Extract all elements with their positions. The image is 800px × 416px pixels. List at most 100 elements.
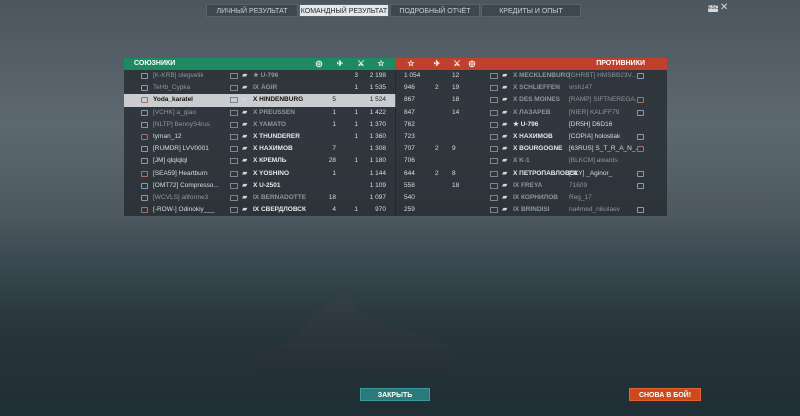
table-row[interactable]: 540 ▰ IX КОРНИЛОВ Reg_17 [395, 192, 667, 204]
clan-badge-icon [637, 109, 644, 116]
table-row[interactable]: [NLTP] BennyS4rus ▰ X YAMATO 1 1 1 370 [124, 119, 396, 131]
table-row[interactable]: Yoda_karatel ▰ X HINDENBURG 5 1 524 [124, 94, 396, 107]
service-level-icon [230, 194, 238, 201]
ship-type-icon: ▰ [242, 193, 248, 201]
score: 1 054 [404, 72, 421, 79]
table-row[interactable]: TeHb_Cypka ▰ IX ÄGIR 1 1 535 [124, 82, 396, 94]
stat-col3: 12 [452, 72, 460, 79]
battle-again-button[interactable]: СНОВА В БОЙ! [629, 388, 701, 401]
tab-detailed-report[interactable]: ПОДРОБНЫЙ ОТЧЁТ [390, 4, 480, 17]
allies-table: СОЮЗНИКИ ◎ ✈ ⚔ ☆ [K-KRB] olegvelik ▰ ★ U-7… [124, 58, 396, 217]
close-button[interactable]: ЗАКРЫТЬ [360, 388, 430, 401]
table-row[interactable]: [RUMDR] LVV0001 ▰ X НАХИМОВ 7 1 308 [124, 143, 396, 155]
enemies-title: ПРОТИВНИКИ [596, 60, 645, 67]
stat-col1: 18 [328, 193, 336, 201]
score: 847 [404, 108, 415, 116]
ship-name: IX BRINDISI [513, 206, 550, 214]
ship-name: X YAMATO [253, 120, 286, 128]
table-row[interactable]: [WCVLS] allforme3 ▰ IX BERNADOTTE 18 1 097 [124, 192, 396, 204]
clan-badge-icon [141, 121, 148, 128]
esc-key-hint: ESC [708, 5, 719, 12]
stat-col3: 1 [354, 132, 358, 140]
player-name: vrsh147 [569, 84, 593, 92]
player-name: na4med_nikolaev [569, 206, 620, 214]
table-row[interactable]: 946 2 19 ▰ X SCHLIEFFEN vrsh147 [395, 82, 667, 94]
ship-type-icon: ▰ [242, 120, 248, 128]
table-row[interactable]: 706 ▰ X K-1 [BLKCM] awards [395, 155, 667, 167]
stat-col1: 28 [328, 157, 336, 165]
clan-badge-icon [141, 85, 148, 92]
table-row[interactable]: [OMT72] Compresso... ▰ X U-2501 1 109 [124, 180, 396, 192]
player-name: [JM] qlqlqlql [153, 157, 188, 165]
table-row[interactable]: 762 ▰ ★ U-796 [DR5H] D6D16 [395, 119, 667, 131]
table-row[interactable]: 723 ▰ X НАХИМОВ [COPIA] holostiak [395, 131, 667, 143]
score: 707 [404, 145, 415, 153]
table-row[interactable]: 558 18 ▰ IX FREYA 71609 [395, 180, 667, 192]
plane-icon: ✈ [336, 59, 344, 68]
table-row[interactable]: tyman_12 ▰ X THUNDERER 1 1 360 [124, 131, 396, 143]
tab-personal-result[interactable]: ЛИЧНЫЙ РЕЗУЛЬТАТ [206, 4, 298, 17]
clan-badge-icon [141, 194, 148, 201]
score: 762 [404, 120, 415, 128]
stat-col1: 1 [332, 120, 336, 128]
service-level-icon [230, 133, 238, 140]
tab-credits-xp[interactable]: КРЕДИТЫ И ОПЫТ [481, 4, 581, 17]
score: 2 198 [369, 72, 386, 79]
medal-icon: ◎ [468, 59, 476, 68]
allies-title: СОЮЗНИКИ [134, 60, 176, 67]
clan-badge-icon [141, 170, 148, 177]
stat-col3: 1 [354, 120, 358, 128]
ship-name: X THUNDERER [253, 132, 300, 140]
tab-team-result[interactable]: КОМАНДНЫЙ РЕЗУЛЬТАТ [299, 4, 389, 17]
stat-col1: 2 [435, 169, 439, 177]
plane-icon: ✈ [433, 59, 441, 68]
score: 723 [404, 132, 415, 140]
stat-col1: 2 [435, 145, 439, 153]
service-level-icon [230, 207, 238, 214]
table-row[interactable]: 259 ▰ IX BRINDISI na4med_nikolaev [395, 204, 667, 216]
ship-type-icon: ▰ [242, 84, 248, 92]
close-icon[interactable]: ✕ [720, 2, 728, 13]
clan-badge-icon [637, 182, 644, 189]
player-name: Reg_17 [569, 193, 592, 201]
player-name: [GHRBT] HMSBB23V... [569, 72, 637, 79]
table-row[interactable]: [-ROW-] Odinokiy___ ▰ IX СВЕРДЛОВСК 4 1 970 [124, 204, 396, 216]
ship-name: IX BERNADOTTE [253, 193, 307, 201]
service-level-icon [490, 207, 498, 214]
service-level-icon [230, 170, 238, 177]
stat-col1: 7 [332, 145, 336, 153]
table-row[interactable]: [SEA59] Heartburn ▰ X YOSHINO 1 1 144 [124, 168, 396, 180]
table-row[interactable]: 867 18 ▰ X DES MOINES [RAMP] SIFTNEREGA... [395, 94, 667, 106]
score: 1 360 [369, 132, 386, 140]
xp-star-icon: ☆ [377, 59, 385, 68]
table-row[interactable]: 1 054 12 ▰ X MECKLENBURG [GHRBT] HMSBB23V... [395, 70, 667, 82]
ship-type-icon: ▰ [242, 145, 248, 153]
table-row[interactable]: [JM] qlqlqlql ▰ X КРЕМЛЬ 28 1 1 180 [124, 155, 396, 167]
kills-icon: ⚔ [357, 59, 365, 68]
ship-type-icon: ▰ [242, 169, 248, 177]
ship-type-icon: ▰ [242, 96, 248, 104]
service-level-icon [490, 194, 498, 201]
clan-badge-icon [141, 207, 148, 214]
score: 706 [404, 157, 415, 165]
table-row[interactable]: 644 2 8 ▰ X ПЕТРОПАВЛОВСК [SLY] _Aginor_ [395, 168, 667, 180]
stat-col3: 9 [452, 145, 456, 153]
ship-name: IX КОРНИЛОВ [513, 193, 558, 201]
table-row[interactable]: [K-KRB] olegvelik ▰ ★ U-796 3 2 198 [124, 70, 396, 82]
player-name: [VCHK] a_giao [153, 108, 196, 116]
clan-badge-icon [141, 109, 148, 116]
player-name: [BLKCM] awards [569, 157, 618, 165]
stat-col3: 19 [452, 84, 460, 92]
clan-badge-icon [637, 170, 644, 177]
clan-badge-icon [637, 207, 644, 214]
ship-name: X U-2501 [253, 181, 281, 189]
table-row[interactable]: 847 14 ▰ X ЛАЗАРЕВ [NIER] KALIFF79 [395, 107, 667, 119]
service-level-icon [490, 170, 498, 177]
table-row[interactable]: 707 2 9 ▰ X BOURGOGNE [63RUS] S_T_R_A_N_... [395, 143, 667, 155]
ship-type-icon: ▰ [502, 157, 508, 165]
service-level-icon [230, 158, 238, 165]
service-level-icon [230, 109, 238, 116]
ship-name: ★ U-796 [513, 120, 539, 128]
table-row[interactable]: [VCHK] a_giao ▰ X PREUSSEN 1 1 1 422 [124, 107, 396, 119]
enemies-header: ☆ ✈ ⚔ ◎ ПРОТИВНИКИ [395, 58, 667, 70]
